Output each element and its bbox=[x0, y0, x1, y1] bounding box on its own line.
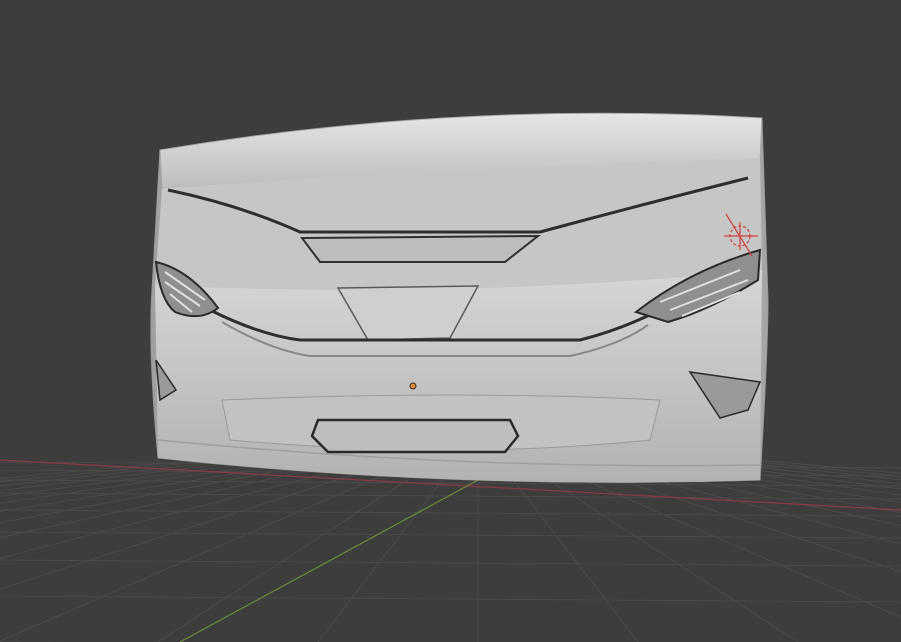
grid-line bbox=[0, 595, 901, 603]
grid-line bbox=[517, 459, 799, 642]
grid-line bbox=[317, 459, 459, 642]
grid-line bbox=[657, 459, 901, 496]
scene-canvas[interactable] bbox=[0, 0, 901, 642]
grid-line bbox=[677, 459, 901, 490]
floor-grid bbox=[0, 459, 901, 642]
grid-line bbox=[0, 459, 399, 590]
grid-line bbox=[617, 459, 901, 514]
lower-intake bbox=[310, 418, 520, 454]
grid-line bbox=[717, 459, 901, 481]
grid-line bbox=[0, 531, 901, 539]
grid-line bbox=[497, 459, 639, 642]
origin-dot-icon[interactable] bbox=[409, 382, 417, 390]
bumper-mesh[interactable] bbox=[150, 112, 769, 483]
grid-line bbox=[157, 459, 439, 642]
grid-line bbox=[0, 459, 359, 539]
grid-line bbox=[757, 459, 901, 474]
grid-line bbox=[0, 509, 901, 517]
grid-line bbox=[0, 459, 279, 497]
upper-vent bbox=[300, 234, 541, 263]
grid-line bbox=[697, 459, 901, 485]
grid-line bbox=[0, 459, 319, 513]
grid-line bbox=[637, 459, 901, 504]
grid-line bbox=[577, 459, 901, 545]
grid-line bbox=[0, 559, 901, 567]
grid-line bbox=[0, 459, 339, 524]
3d-viewport[interactable] bbox=[0, 0, 901, 642]
grid-line bbox=[0, 459, 419, 642]
grid-line bbox=[0, 459, 259, 491]
